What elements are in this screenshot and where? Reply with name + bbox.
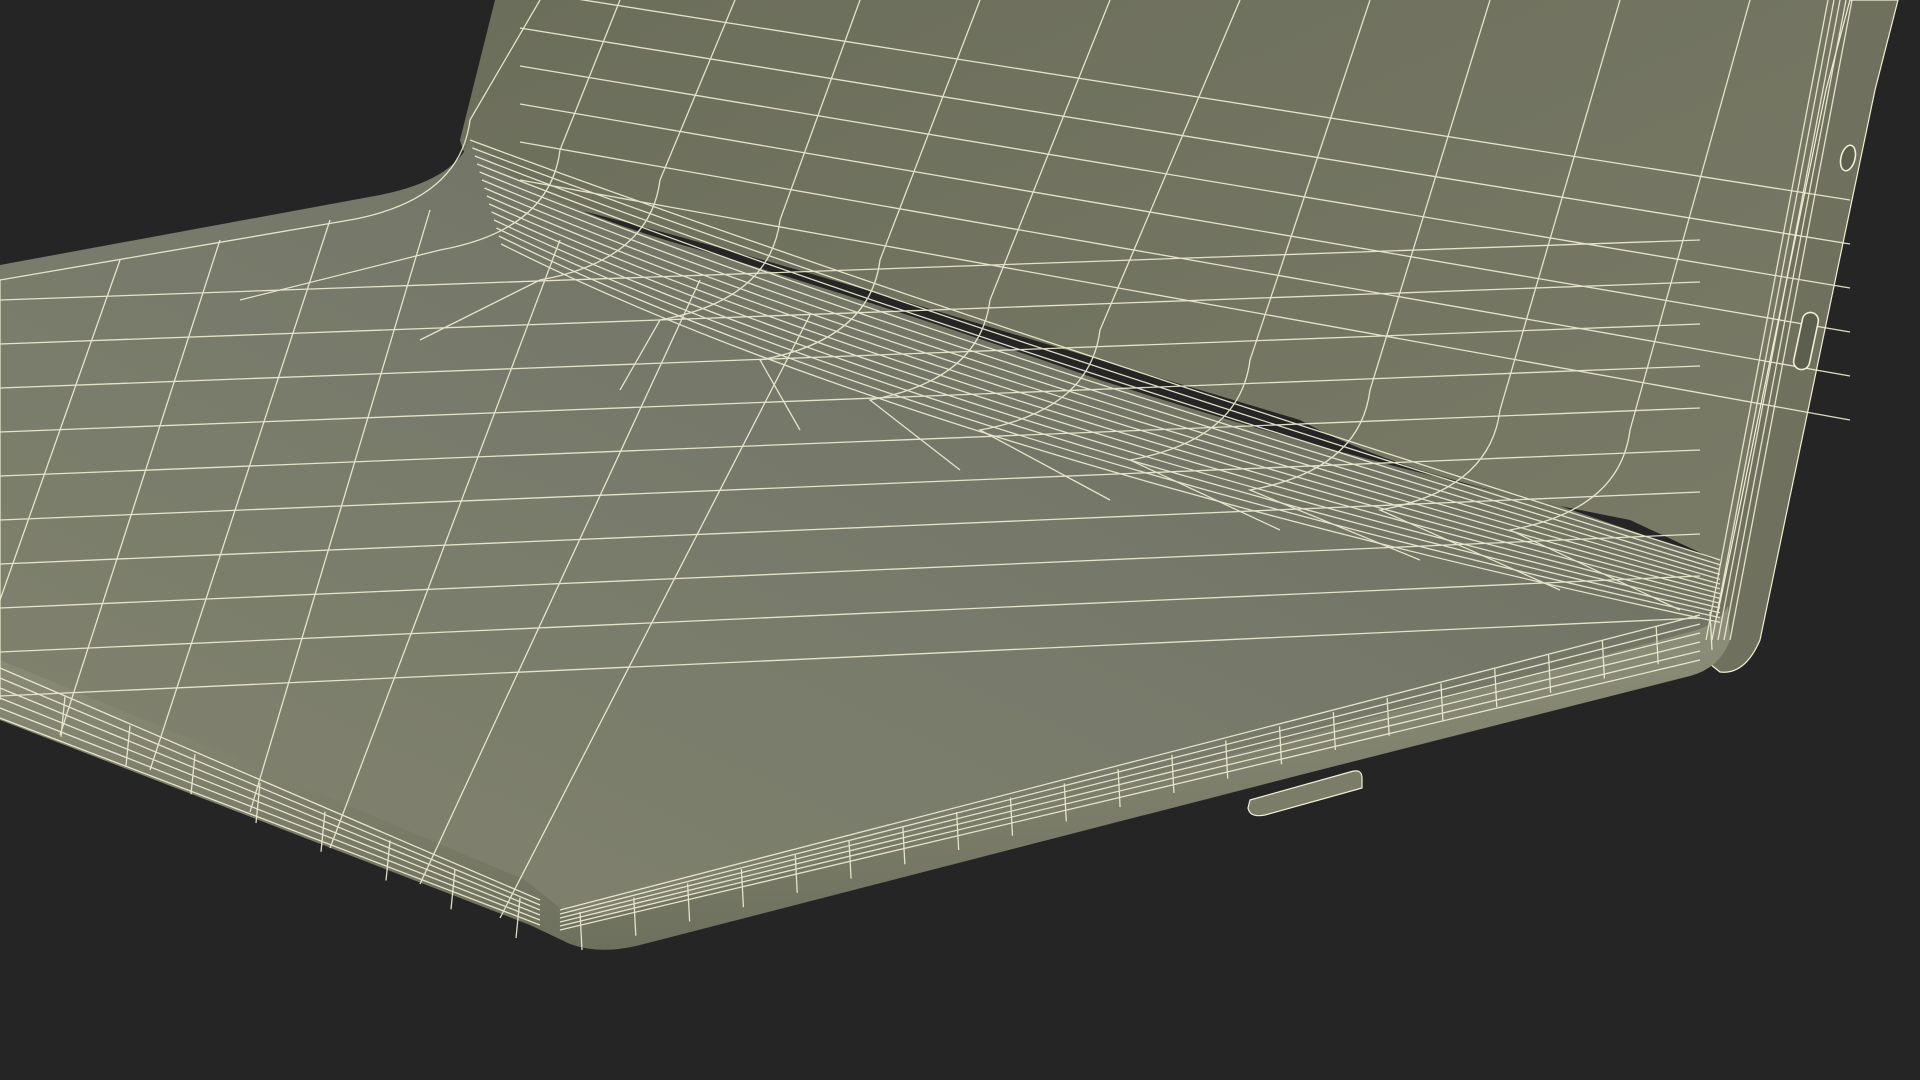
wireframe-render <box>0 0 1920 1080</box>
